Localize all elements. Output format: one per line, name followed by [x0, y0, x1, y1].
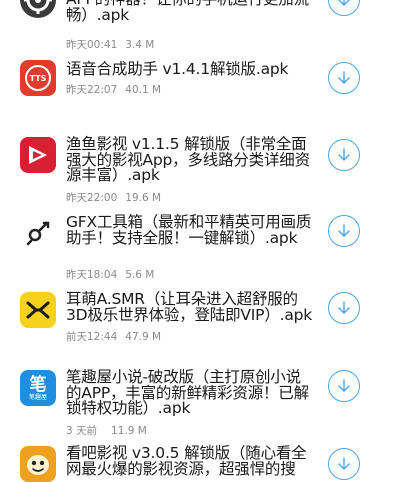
- app-size: 47.9 M: [125, 331, 162, 343]
- app-meta: 3 天前 11.9 M: [66, 423, 147, 438]
- app-meta: 前天12:44 47.9 M: [66, 329, 161, 344]
- asmr-logo-icon: [20, 292, 56, 328]
- app-title: 看吧影视 v3.0.5 解锁版（随心看全网最火爆的影视资源，超强悍的搜: [66, 444, 307, 478]
- app-time: 昨天22:00: [66, 192, 118, 204]
- tts-icon-label: TTS: [25, 65, 51, 91]
- app-meta: 昨天00:41 3.4 M: [66, 37, 154, 52]
- download-button[interactable]: [328, 0, 360, 16]
- app-title: APP的神器！让你的手机运行更加流畅）.apk: [66, 0, 309, 24]
- app-size: 5.6 M: [125, 269, 155, 281]
- download-button[interactable]: [328, 370, 360, 402]
- app-title: 笔趣屋小说-破改版（主打原创小说的APP，丰富的新鲜精彩资源！已解锁特权功能）.…: [66, 368, 309, 417]
- download-button[interactable]: [328, 215, 360, 247]
- app-time: 3 天前: [66, 425, 98, 437]
- download-arrow-icon: [338, 224, 350, 237]
- download-button[interactable]: [328, 292, 360, 324]
- icon-sub-label: 笔趣屋: [28, 393, 47, 401]
- download-arrow-icon: [338, 379, 350, 392]
- settings-gear-icon: [20, 0, 56, 18]
- app-title: 耳萌A.SMR（让耳朵进入超舒服的3D极乐世界体验，登陆即VIP）.apk: [66, 290, 313, 324]
- app-meta: 昨天22:00 19.6 M: [66, 190, 161, 205]
- app-size: 40.1 M: [125, 84, 162, 96]
- download-arrow-icon: [338, 457, 350, 470]
- app-title: 语音合成助手 v1.4.1解锁版.apk: [66, 60, 289, 78]
- video-play-icon: [20, 137, 56, 173]
- app-title: 渔鱼影视 v1.1.5 解锁版（非常全面强大的影视App，多线路分类详细资源丰富…: [66, 135, 310, 184]
- app-time: 昨天00:41: [66, 39, 118, 51]
- app-title: GFX工具箱（最新和平精英可用画质助手！支持全服！一键解锁）.apk: [66, 213, 312, 247]
- app-size: 3.4 M: [125, 39, 155, 51]
- app-time: 昨天18:04: [66, 269, 118, 281]
- cartoon-face-icon: [20, 446, 56, 482]
- download-arrow-icon: [338, 148, 350, 161]
- app-time: 昨天22:07: [66, 84, 118, 96]
- download-arrow-icon: [338, 0, 350, 6]
- app-size: 19.6 M: [125, 192, 162, 204]
- icon-main-label: 笔: [29, 374, 47, 395]
- download-button[interactable]: [328, 448, 360, 480]
- download-arrow-icon: [338, 71, 350, 84]
- download-button[interactable]: [328, 62, 360, 94]
- app-meta: 昨天22:07 40.1 M: [66, 82, 161, 97]
- tts-icon: TTS: [20, 60, 56, 96]
- book-brush-icon: 笔 笔趣屋: [20, 370, 56, 406]
- download-button[interactable]: [328, 139, 360, 171]
- download-arrow-icon: [338, 301, 350, 314]
- gear-tools-icon: [20, 215, 56, 251]
- app-meta: 昨天18:04 5.6 M: [66, 267, 154, 282]
- app-size: 11.9 M: [111, 425, 147, 437]
- app-time: 前天12:44: [66, 331, 118, 343]
